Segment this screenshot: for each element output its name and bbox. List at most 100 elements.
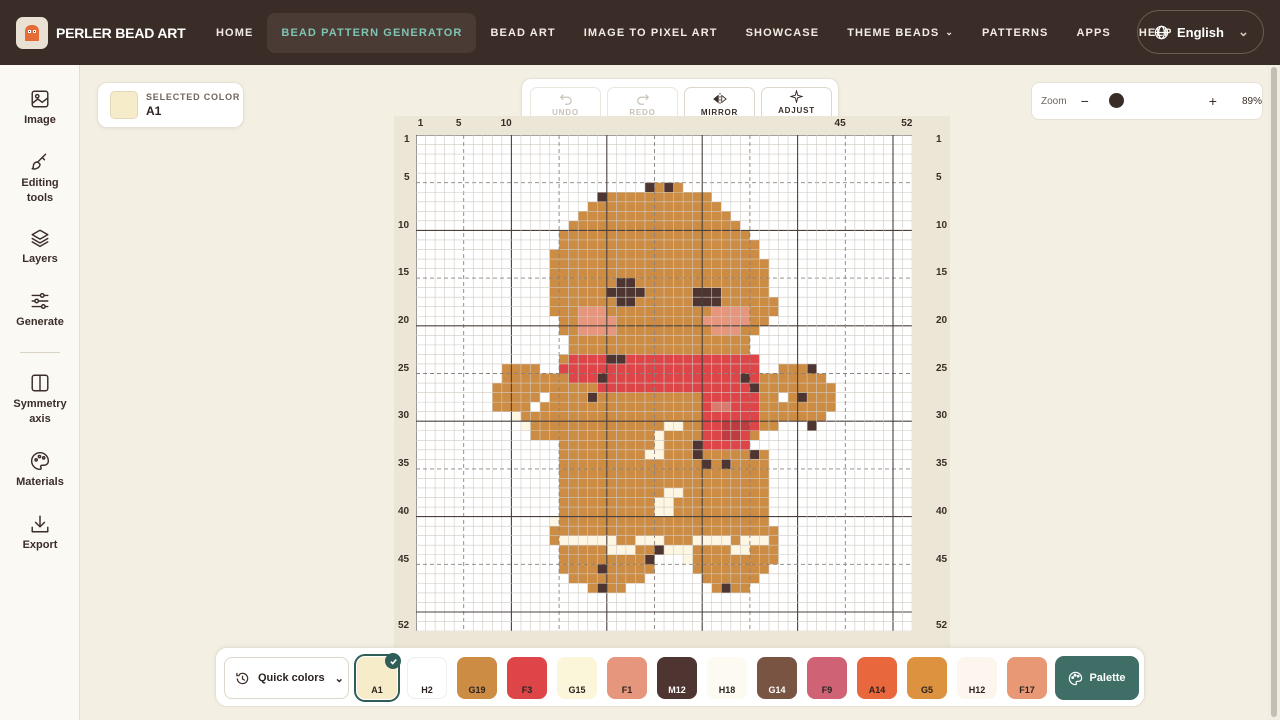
color-chip-f1[interactable]: F1: [607, 657, 647, 699]
bead-cell[interactable]: [597, 583, 607, 593]
bead-cell[interactable]: [568, 344, 750, 355]
bead-cell[interactable]: [721, 421, 750, 431]
bead-cell[interactable]: [492, 392, 541, 403]
bead-cell[interactable]: [721, 459, 731, 469]
color-chip-h18[interactable]: H18: [707, 657, 747, 699]
bead-cell[interactable]: [683, 554, 693, 565]
bead-cell[interactable]: [606, 192, 712, 202]
bead-cell[interactable]: [654, 440, 665, 450]
bead-cell[interactable]: [740, 535, 769, 546]
bead-cell[interactable]: [587, 392, 598, 403]
bead-cell[interactable]: [673, 182, 684, 193]
bead-cell[interactable]: [501, 373, 550, 384]
bead-cell[interactable]: [654, 182, 665, 193]
bead-cell[interactable]: [749, 383, 760, 393]
brand[interactable]: PERLER BEAD ART: [16, 16, 196, 49]
color-chip-g15[interactable]: G15: [557, 657, 597, 699]
bead-cell[interactable]: [702, 459, 712, 469]
bead-cell[interactable]: [549, 287, 769, 298]
bead-cell[interactable]: [692, 297, 722, 307]
scrollbar-thumb[interactable]: [1271, 67, 1277, 717]
bead-cell[interactable]: [635, 535, 665, 546]
color-chip-h12[interactable]: H12: [957, 657, 997, 699]
bead-cell[interactable]: [788, 402, 836, 412]
bead-cell[interactable]: [549, 259, 769, 269]
quick-colors-dropdown[interactable]: Quick colors ⌄: [224, 657, 349, 699]
sidebar-item-materials[interactable]: Materials: [0, 451, 80, 490]
bead-cell[interactable]: [788, 392, 836, 403]
bead-cell[interactable]: [797, 392, 808, 403]
bead-cell[interactable]: [692, 440, 703, 450]
bead-cell[interactable]: [568, 335, 750, 345]
bead-cell[interactable]: [702, 316, 750, 326]
bead-grid[interactable]: [416, 135, 912, 631]
bead-cell[interactable]: [654, 430, 665, 441]
bead-cell[interactable]: [597, 373, 607, 384]
nav-item-showcase[interactable]: SHOWCASE: [732, 13, 834, 53]
bead-cell[interactable]: [549, 516, 560, 527]
bead-cell[interactable]: [692, 554, 779, 565]
nav-item-apps[interactable]: APPS: [1062, 13, 1124, 53]
bead-cell[interactable]: [749, 449, 760, 460]
color-chip-m12[interactable]: M12: [657, 657, 697, 699]
bead-cell[interactable]: [559, 363, 760, 374]
bead-cell[interactable]: [559, 239, 760, 250]
zoom-in-button[interactable]: +: [1209, 93, 1217, 109]
nav-item-theme-beads[interactable]: THEME BEADS ⌄: [833, 13, 968, 53]
selected-color-swatch: [110, 91, 138, 119]
nav-item-patterns[interactable]: PATTERNS: [968, 13, 1062, 53]
bead-cell[interactable]: [597, 383, 760, 393]
bead-cell[interactable]: [664, 182, 674, 193]
color-chip-g5[interactable]: G5: [907, 657, 947, 699]
sidebar-item-layers[interactable]: Layers: [0, 228, 80, 267]
bead-cell[interactable]: [549, 278, 769, 288]
bead-cell[interactable]: [721, 583, 731, 593]
bead-cell[interactable]: [740, 373, 750, 384]
bead-cell[interactable]: [807, 363, 817, 374]
color-chip-a1[interactable]: A1: [354, 653, 401, 702]
color-chip-f9[interactable]: F9: [807, 657, 847, 699]
color-chip-g14[interactable]: G14: [757, 657, 797, 699]
nav-item-bead-art[interactable]: BEAD ART: [476, 13, 569, 53]
color-chip-f3[interactable]: F3: [507, 657, 547, 699]
bead-cell[interactable]: [597, 192, 607, 202]
color-chip-a14[interactable]: A14: [857, 657, 897, 699]
color-chip-h2[interactable]: H2: [407, 657, 447, 699]
bead-cell[interactable]: [702, 440, 750, 450]
bead-cell[interactable]: [711, 325, 741, 336]
bead-cell[interactable]: [692, 449, 703, 460]
nav-item-image-to-pixel-art[interactable]: IMAGE TO PIXEL ART: [570, 13, 732, 53]
bead-cell[interactable]: [492, 383, 560, 393]
palette-button[interactable]: Palette: [1055, 656, 1139, 700]
sidebar-item-export[interactable]: Export: [0, 514, 80, 553]
bead-cell[interactable]: [654, 545, 665, 555]
bead-cell[interactable]: [778, 373, 827, 384]
bead-cell[interactable]: [664, 545, 693, 555]
nav-item-bead-pattern-generator[interactable]: BEAD PATTERN GENERATOR: [267, 12, 477, 53]
zoom-slider[interactable]: [1108, 93, 1181, 108]
sidebar-item-editing-tools[interactable]: Editing tools: [0, 152, 80, 206]
zoom-out-button[interactable]: −: [1081, 93, 1089, 109]
language-selector[interactable]: English ⌄: [1137, 10, 1264, 54]
sidebar-item-image[interactable]: Image: [0, 89, 80, 128]
nav-item-home[interactable]: HOME: [202, 13, 267, 53]
sidebar-item-generate[interactable]: Generate: [0, 291, 80, 330]
bead-cell[interactable]: [807, 421, 817, 431]
page-scrollbar[interactable]: [1268, 65, 1280, 720]
bead-cell[interactable]: [520, 421, 531, 431]
bead-cell[interactable]: [768, 383, 836, 393]
history-icon: [236, 672, 249, 684]
bead-cell[interactable]: [597, 564, 607, 574]
bead-cell[interactable]: [644, 182, 655, 193]
zoom-slider-handle[interactable]: [1108, 93, 1124, 108]
sidebar-item-symmetry-axis[interactable]: Symmetry axis: [0, 373, 80, 427]
bead-cell[interactable]: [644, 554, 655, 565]
bead-cell[interactable]: [549, 268, 769, 279]
sidebar-item-label: Generate: [16, 316, 64, 328]
bead-cell[interactable]: [606, 545, 636, 555]
bead-cell[interactable]: [578, 306, 607, 317]
color-chip-g19[interactable]: G19: [457, 657, 497, 699]
bead-cell[interactable]: [692, 287, 722, 298]
color-chip-f17[interactable]: F17: [1007, 657, 1047, 699]
bead-cell[interactable]: [511, 411, 521, 422]
